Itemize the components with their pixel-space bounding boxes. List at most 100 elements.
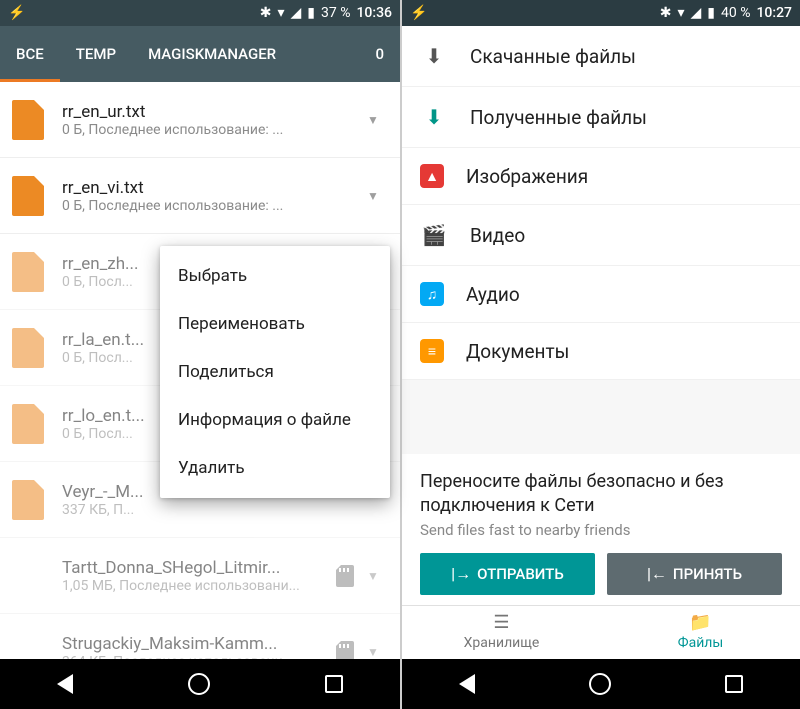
- nav-home-icon[interactable]: [188, 673, 210, 695]
- cat-label: Скачанные файлы: [470, 45, 636, 68]
- signal-icon: ◢: [691, 5, 702, 21]
- tab-files-label: Файлы: [678, 635, 723, 651]
- cat-audio[interactable]: ♫ Аудио: [402, 266, 800, 323]
- tab-files[interactable]: 📁 Файлы: [601, 606, 800, 659]
- video-icon: 🎬: [420, 221, 448, 249]
- cat-label: Полученные файлы: [470, 106, 647, 129]
- sd-card-icon: [336, 565, 354, 587]
- receive-button-label: ПРИНЯТЬ: [673, 565, 742, 583]
- nav-bar: [402, 659, 800, 709]
- battery-icon: ▮: [707, 5, 715, 21]
- file-row[interactable]: Tartt_Donna_SHegol_Litmir... 1,05 МБ, По…: [0, 538, 400, 614]
- nav-back-icon[interactable]: [459, 674, 475, 694]
- cat-received[interactable]: ⬇ Полученные файлы: [402, 87, 800, 148]
- document-icon: ≡: [420, 339, 444, 363]
- nav-recent-icon[interactable]: [325, 675, 343, 693]
- file-icon: [12, 176, 44, 216]
- file-meta: 337 КБ, П...: [62, 502, 388, 518]
- tab-magisk-label: MAGISKMANAGER: [148, 45, 276, 63]
- nav-bar: [0, 659, 400, 709]
- tab-storage-label: Хранилище: [464, 635, 540, 651]
- categories-panel: ⬇ Скачанные файлы ⬇ Полученные файлы ▲ И…: [402, 26, 800, 659]
- signal-icon: ◢: [291, 5, 302, 21]
- tab-all-label: ВСЕ: [16, 45, 44, 63]
- bluetooth-icon: ✱: [660, 5, 672, 21]
- status-bar: ⚡ ✱ ▾ ◢ ▮ 40 % 10:27: [402, 0, 800, 26]
- arrow-right-icon: |→: [451, 564, 471, 584]
- tab-count[interactable]: 0: [359, 26, 400, 82]
- clock-text: 10:27: [756, 5, 792, 21]
- tab-temp-label: TEMP: [76, 45, 116, 63]
- bolt-icon: ⚡: [8, 5, 25, 21]
- file-row[interactable]: Strugackiy_Maksim-Kamm... 364 КБ, Послед…: [0, 614, 400, 659]
- menu-item-info[interactable]: Информация о файле: [160, 396, 390, 444]
- battery-text: 40 %: [721, 5, 750, 21]
- wifi-icon: ▾: [677, 5, 684, 21]
- file-icon: [12, 252, 44, 292]
- chevron-down-icon[interactable]: ▼: [358, 113, 388, 127]
- transfer-subtitle: Send files fast to nearby friends: [420, 521, 782, 539]
- tab-count-label: 0: [375, 45, 384, 63]
- storage-icon: ☰: [493, 612, 509, 633]
- clock-text: 10:36: [356, 5, 392, 21]
- download-icon: ⬇: [420, 42, 448, 70]
- transfer-block: Переносите файлы безопасно и без подключ…: [402, 454, 800, 605]
- menu-item-delete[interactable]: Удалить: [160, 444, 390, 492]
- file-icon: [12, 480, 44, 520]
- file-icon: [12, 100, 44, 140]
- cat-images[interactable]: ▲ Изображения: [402, 148, 800, 205]
- file-row[interactable]: rr_en_vi.txt 0 Б, Последнее использовани…: [0, 158, 400, 234]
- tab-storage[interactable]: ☰ Хранилище: [402, 606, 601, 659]
- file-meta: 1,05 МБ, Последнее использовани...: [62, 578, 332, 594]
- send-button-label: ОТПРАВИТЬ: [477, 565, 564, 583]
- tab-magisk[interactable]: MAGISKMANAGER: [132, 26, 292, 82]
- tab-all[interactable]: ВСЕ: [0, 26, 60, 82]
- menu-item-rename[interactable]: Переименовать: [160, 300, 390, 348]
- chevron-down-icon[interactable]: ▼: [358, 645, 388, 659]
- menu-item-share[interactable]: Поделиться: [160, 348, 390, 396]
- cat-video[interactable]: 🎬 Видео: [402, 205, 800, 266]
- chevron-down-icon[interactable]: ▼: [358, 189, 388, 203]
- tabs-header: ВСЕ TEMP MAGISKMANAGER 0: [0, 26, 400, 82]
- receive-button[interactable]: |← ПРИНЯТЬ: [607, 553, 782, 595]
- folder-icon: 📁: [689, 612, 711, 633]
- cat-label: Аудио: [466, 283, 520, 306]
- wifi-icon: ▾: [277, 5, 284, 21]
- file-meta: 0 Б, Последнее использование: ...: [62, 122, 358, 138]
- phone-right: ⚡ ✱ ▾ ◢ ▮ 40 % 10:27 ⬇ Скачанные файлы ⬇…: [400, 0, 800, 709]
- send-button[interactable]: |→ ОТПРАВИТЬ: [420, 553, 595, 595]
- sd-card-icon: [336, 641, 354, 660]
- cat-downloads[interactable]: ⬇ Скачанные файлы: [402, 26, 800, 87]
- bolt-icon: ⚡: [410, 5, 427, 21]
- chevron-down-icon[interactable]: ▼: [358, 569, 388, 583]
- audio-icon: ♫: [420, 282, 444, 306]
- phone-left: ⚡ ✱ ▾ ◢ ▮ 37 % 10:36 ВСЕ TEMP MAGISKMANA…: [0, 0, 400, 709]
- file-name: Strugackiy_Maksim-Kamm...: [62, 634, 332, 654]
- cat-label: Документы: [466, 340, 569, 363]
- tab-temp[interactable]: TEMP: [60, 26, 132, 82]
- file-row[interactable]: rr_en_ur.txt 0 Б, Последнее использовани…: [0, 82, 400, 158]
- battery-text: 37 %: [321, 5, 350, 21]
- bottom-tabs: ☰ Хранилище 📁 Файлы: [402, 605, 800, 659]
- cat-label: Видео: [470, 224, 525, 247]
- file-meta: 364 КБ, Последнее использовани...: [62, 654, 332, 660]
- cat-docs[interactable]: ≡ Документы: [402, 323, 800, 380]
- arrow-left-icon: |←: [647, 564, 667, 584]
- nav-recent-icon[interactable]: [725, 675, 743, 693]
- file-meta: 0 Б, Последнее использование: ...: [62, 198, 358, 214]
- menu-item-select[interactable]: Выбрать: [160, 252, 390, 300]
- status-bar: ⚡ ✱ ▾ ◢ ▮ 37 % 10:36: [0, 0, 400, 26]
- battery-icon: ▮: [307, 5, 315, 21]
- cat-label: Изображения: [466, 165, 588, 188]
- file-icon: [12, 404, 44, 444]
- nav-back-icon[interactable]: [57, 674, 73, 694]
- nav-home-icon[interactable]: [589, 673, 611, 695]
- file-icon: [12, 328, 44, 368]
- context-menu: Выбрать Переименовать Поделиться Информа…: [160, 246, 390, 498]
- received-icon: ⬇: [420, 103, 448, 131]
- image-icon: ▲: [420, 164, 444, 188]
- bluetooth-icon: ✱: [260, 5, 272, 21]
- file-name: rr_en_ur.txt: [62, 102, 358, 122]
- file-name: Tartt_Donna_SHegol_Litmir...: [62, 558, 332, 578]
- file-name: rr_en_vi.txt: [62, 178, 358, 198]
